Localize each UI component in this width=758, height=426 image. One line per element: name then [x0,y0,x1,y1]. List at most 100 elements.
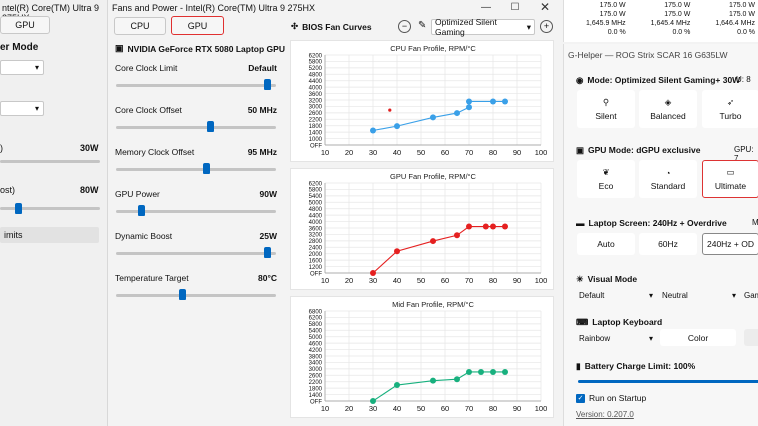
setting-label: ost) [0,185,16,195]
data-point [430,114,436,121]
y-tick-label: 4200 [309,348,323,354]
battery-slider-track[interactable] [578,380,758,383]
x-tick-label: 50 [417,276,425,285]
gpu-ultimate-button[interactable]: ▭ Ultimate [702,160,758,198]
keyboard-mode-select[interactable]: Rainbow ▾ [579,334,653,343]
table-cell: 1,646.4 MHz [715,20,756,27]
slider-thumb[interactable] [264,79,272,90]
gpu-standard-button[interactable]: ◔ Standard [639,160,697,198]
mode-silent-button[interactable]: ⚲ Silent [577,90,635,128]
edit-icon[interactable]: ✎ [418,20,430,32]
y-tick-label: 5800 [309,322,323,328]
x-tick-label: 10 [321,276,329,285]
tab-cpu[interactable]: CPU [114,17,166,35]
data-point [490,223,496,230]
gpu-header: ▣ NVIDIA GeForce RTX 5080 Laptop GPU [115,43,285,54]
gpu-mode-label: Eco [598,181,614,191]
screen-heading: ▬ Laptop Screen: 240Hz + Overdrive [576,218,727,228]
y-tick-label: 4800 [309,73,323,79]
limits-button[interactable]: imits [0,227,99,243]
gpu-fan-chart-svg[interactable]: GPU Fan Profile, RPM/°C 10 20 30 40 50 60 70 80 9… [291,169,555,291]
visual-heading-text: Visual Mode [587,274,638,284]
y-tick-label: 5000 [309,201,323,207]
slider-track[interactable] [116,168,276,171]
fan-mode-value: Optimized Silent Gaming [435,17,497,37]
battery-heading-text: Battery Charge Limit: 100% [584,361,696,371]
gpu-mode-label: Standard [650,180,686,191]
slider-thumb[interactable] [15,203,22,214]
minus-icon[interactable]: − [398,20,411,33]
fan-mode-select[interactable]: Optimized Silent Gaming ▾ [431,17,535,37]
secondary-select[interactable]: ▾ [0,101,44,116]
screen-auto-button[interactable]: Auto [577,233,635,255]
screen-60hz-button[interactable]: 60Hz [639,233,697,255]
data-point [454,110,460,117]
y-tick-label: 1200 [309,265,323,271]
table-row: 1,645.9 MHz 1,645.4 MHz 1,646.4 MHz [564,19,758,28]
slider-thumb[interactable] [137,205,145,216]
add-icon[interactable]: + [540,20,553,33]
y-tick-label: OFF [310,399,322,405]
leaf-icon: ❦ [602,167,610,177]
slider-thumb[interactable] [206,121,214,132]
slider-track[interactable] [116,126,276,129]
tab-gpu[interactable]: GPU [171,16,224,35]
slider-value: 50 MHz [247,105,277,115]
slider-label: Core Clock Offset [115,105,182,115]
slider-track[interactable] [116,84,276,87]
visual-select-3[interactable]: Gam [744,291,758,300]
slider-label: Temperature Target [115,273,189,283]
x-tick-label: 50 [417,404,425,413]
series-line [372,225,505,274]
keyboard-extra-button[interactable] [744,329,758,346]
slider-label: Memory Clock Offset [115,147,195,157]
visual-value: Neutral [662,291,688,300]
maximize-icon[interactable]: ☐ [504,0,526,14]
data-point [466,98,472,105]
gpu-eco-button[interactable]: ❦ Eco [577,160,635,198]
y-tick-label: 6200 [309,316,323,322]
keyboard-color-button[interactable]: Color [660,329,736,346]
y-tick-label: 1800 [309,386,323,392]
slider-thumb[interactable] [178,289,186,300]
battery-heading: ▮ Battery Charge Limit: 100% [576,361,695,372]
slider-thumb[interactable] [203,163,211,174]
version-link[interactable]: Version: 0.207.0 [576,410,634,419]
table-cell: 1,645.9 MHz [585,20,626,27]
slider-track[interactable] [0,160,100,163]
slider-track[interactable] [116,294,276,297]
data-point [490,98,496,105]
battery-icon: ▮ [576,361,581,371]
x-tick-label: 10 [321,148,329,157]
power-mode-select[interactable]: ▾ [0,60,44,75]
mode-label: Balanced [650,111,686,121]
y-tick-label: 5800 [309,188,323,194]
data-point [466,223,472,230]
minimize-icon[interactable]: — [475,0,497,14]
visual-select-2[interactable]: Neutral ▾ [662,291,736,300]
y-tick-label: 3600 [309,92,323,98]
x-tick-label: 100 [535,276,548,285]
table-cell: 175.0 W [664,2,691,9]
cpu-fan-chart-svg[interactable]: CPU Fan Profile, RPM/°C 10 20 30 40 50 60 70 80 9… [291,41,555,163]
mode-balanced-button[interactable]: ◈ Balanced [639,90,697,128]
table-cell: 175.0 W [599,2,626,9]
y-tick-label: 6200 [309,53,323,59]
visual-select-1[interactable]: Default ▾ [579,291,653,300]
close-icon[interactable]: ✕ [534,0,556,14]
mid-fan-chart-svg[interactable]: Mid Fan Profile, RPM/°C 10 20 30 40 50 60 70 80 9… [291,297,555,419]
tab-gpu[interactable]: GPU [0,16,50,34]
slider-track[interactable] [116,252,276,255]
mode-turbo-button[interactable]: ➶ Turbo [702,90,758,128]
y-tick-label: 2200 [309,380,323,386]
table-cell: 0.0 % [607,29,626,36]
slider-thumb[interactable] [264,247,272,258]
screen-240hz-button[interactable]: 240Hz + OD [702,233,758,255]
chevron-down-icon: ▾ [526,21,531,32]
checkbox-icon[interactable]: ✓ [576,393,585,403]
x-tick-label: 30 [369,404,377,413]
gauge-icon: ◉ [576,75,584,85]
y-tick-label: 2600 [309,374,323,380]
y-tick-label: 4400 [309,213,323,219]
data-point [490,368,496,375]
